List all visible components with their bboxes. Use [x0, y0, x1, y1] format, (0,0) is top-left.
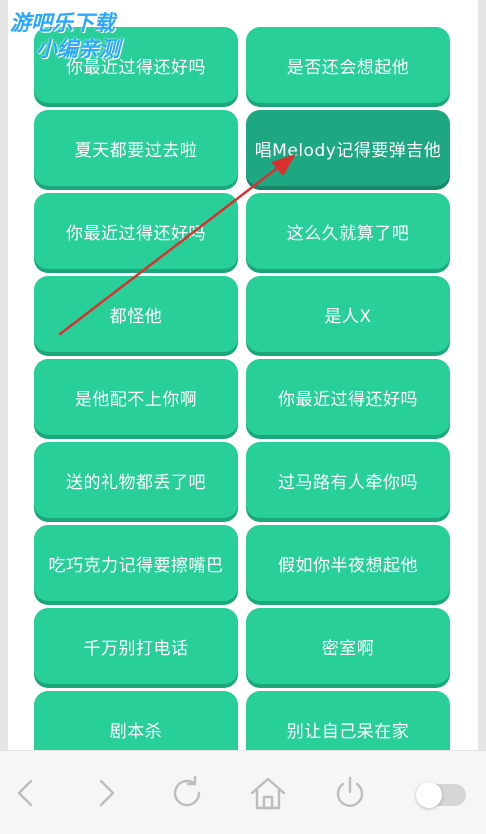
refresh-icon[interactable]: [167, 773, 207, 813]
phrase-button[interactable]: 吃巧克力记得要擦嘴巴: [34, 525, 238, 601]
watermark-line-1: 游吧乐下载: [10, 11, 115, 35]
left-gutter: [0, 0, 8, 750]
phrase-button[interactable]: 这么久就算了吧: [246, 193, 450, 269]
bottom-nav-bar: [0, 750, 486, 834]
toggle-knob: [416, 782, 442, 808]
forward-icon[interactable]: [86, 773, 126, 813]
power-icon[interactable]: [330, 773, 370, 813]
phrase-button[interactable]: 过马路有人牵你吗: [246, 442, 450, 518]
phrase-button[interactable]: 密室啊: [246, 608, 450, 684]
watermark-line-2: 小编亲测: [36, 37, 120, 61]
toggle-switch[interactable]: [416, 782, 466, 808]
back-icon[interactable]: [6, 773, 46, 813]
phrase-button-selected[interactable]: 唱Melody记得要弹吉他: [246, 110, 450, 186]
phrase-button[interactable]: 送的礼物都丢了吧: [34, 442, 238, 518]
phrase-button[interactable]: 是人X: [246, 276, 450, 352]
phrase-button[interactable]: 夏天都要过去啦: [34, 110, 238, 186]
right-gutter: [478, 0, 486, 750]
phrase-button[interactable]: 你最近过得还好吗: [34, 193, 238, 269]
phrase-button[interactable]: 千万别打电话: [34, 608, 238, 684]
phrase-button[interactable]: 是否还会想起他: [246, 27, 450, 103]
phrase-button[interactable]: 假如你半夜想起他: [246, 525, 450, 601]
phrase-button-grid: 你最近过得还好吗 是否还会想起他 夏天都要过去啦 唱Melody记得要弹吉他 你…: [34, 27, 450, 767]
phrase-button[interactable]: 你最近过得还好吗: [246, 359, 450, 435]
phrase-button[interactable]: 都怪他: [34, 276, 238, 352]
watermark: 游吧乐下载 小编亲测: [10, 10, 120, 62]
home-icon[interactable]: [248, 773, 288, 813]
phrase-button[interactable]: 是他配不上你啊: [34, 359, 238, 435]
